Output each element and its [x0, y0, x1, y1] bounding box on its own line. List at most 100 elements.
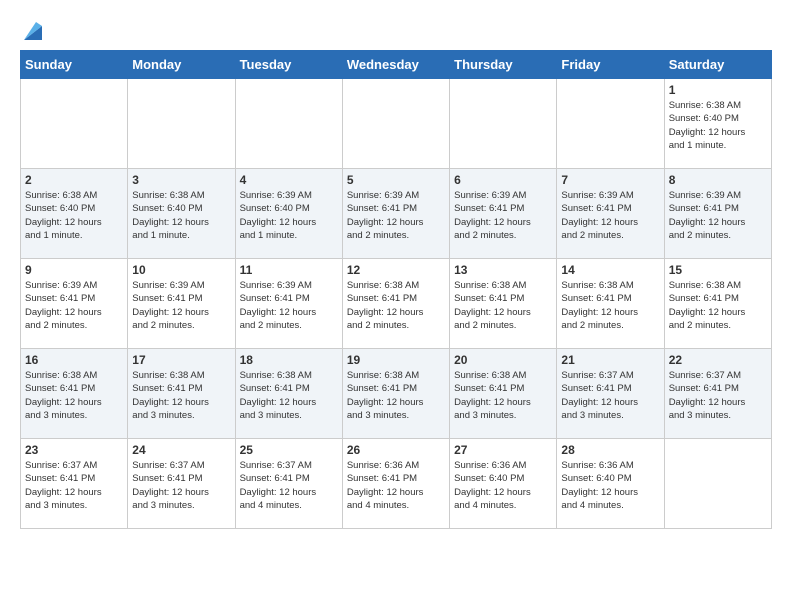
day-number: 2 — [25, 173, 123, 187]
day-info: Sunrise: 6:39 AM Sunset: 6:41 PM Dayligh… — [669, 189, 767, 242]
day-info: Sunrise: 6:39 AM Sunset: 6:41 PM Dayligh… — [454, 189, 552, 242]
day-number: 25 — [240, 443, 338, 457]
calendar-cell: 13 Sunrise: 6:38 AM Sunset: 6:41 PM Dayli… — [450, 259, 557, 349]
day-info: Sunrise: 6:36 AM Sunset: 6:41 PM Dayligh… — [347, 459, 445, 512]
day-number: 6 — [454, 173, 552, 187]
day-info: Sunrise: 6:38 AM Sunset: 6:40 PM Dayligh… — [25, 189, 123, 242]
calendar-cell — [235, 79, 342, 169]
day-info: Sunrise: 6:39 AM Sunset: 6:41 PM Dayligh… — [561, 189, 659, 242]
calendar-cell: 21 Sunrise: 6:37 AM Sunset: 6:41 PM Dayli… — [557, 349, 664, 439]
day-info: Sunrise: 6:36 AM Sunset: 6:40 PM Dayligh… — [454, 459, 552, 512]
weekday-header-wednesday: Wednesday — [342, 51, 449, 79]
day-info: Sunrise: 6:39 AM Sunset: 6:41 PM Dayligh… — [132, 279, 230, 332]
day-info: Sunrise: 6:37 AM Sunset: 6:41 PM Dayligh… — [132, 459, 230, 512]
day-info: Sunrise: 6:38 AM Sunset: 6:41 PM Dayligh… — [454, 279, 552, 332]
day-number: 23 — [25, 443, 123, 457]
calendar-cell: 10 Sunrise: 6:39 AM Sunset: 6:41 PM Dayli… — [128, 259, 235, 349]
calendar-table: SundayMondayTuesdayWednesdayThursdayFrid… — [20, 50, 772, 529]
calendar-cell: 4Sunrise: 6:39 AM Sunset: 6:40 PM Daylig… — [235, 169, 342, 259]
calendar-cell: 27 Sunrise: 6:36 AM Sunset: 6:40 PM Dayli… — [450, 439, 557, 529]
day-number: 14 — [561, 263, 659, 277]
day-info: Sunrise: 6:38 AM Sunset: 6:41 PM Dayligh… — [240, 369, 338, 422]
day-number: 13 — [454, 263, 552, 277]
calendar-cell: 25 Sunrise: 6:37 AM Sunset: 6:41 PM Dayli… — [235, 439, 342, 529]
calendar-cell: 5 Sunrise: 6:39 AM Sunset: 6:41 PM Daylig… — [342, 169, 449, 259]
day-info: Sunrise: 6:39 AM Sunset: 6:41 PM Dayligh… — [347, 189, 445, 242]
calendar-cell: 19 Sunrise: 6:38 AM Sunset: 6:41 PM Dayli… — [342, 349, 449, 439]
page-header — [20, 20, 772, 40]
day-number: 3 — [132, 173, 230, 187]
day-info: Sunrise: 6:38 AM Sunset: 6:40 PM Dayligh… — [132, 189, 230, 242]
day-number: 28 — [561, 443, 659, 457]
weekday-header-sunday: Sunday — [21, 51, 128, 79]
day-number: 9 — [25, 263, 123, 277]
calendar-cell: 15 Sunrise: 6:38 AM Sunset: 6:41 PM Dayli… — [664, 259, 771, 349]
calendar-cell: 9 Sunrise: 6:39 AM Sunset: 6:41 PM Daylig… — [21, 259, 128, 349]
calendar-cell: 26 Sunrise: 6:36 AM Sunset: 6:41 PM Dayli… — [342, 439, 449, 529]
day-info: Sunrise: 6:36 AM Sunset: 6:40 PM Dayligh… — [561, 459, 659, 512]
calendar-cell: 1 Sunrise: 6:38 AM Sunset: 6:40 PM Daylig… — [664, 79, 771, 169]
day-number: 1 — [669, 83, 767, 97]
day-info: Sunrise: 6:38 AM Sunset: 6:41 PM Dayligh… — [669, 279, 767, 332]
logo — [20, 20, 42, 40]
day-number: 4 — [240, 173, 338, 187]
calendar-cell: 23 Sunrise: 6:37 AM Sunset: 6:41 PM Dayli… — [21, 439, 128, 529]
calendar-cell: 20 Sunrise: 6:38 AM Sunset: 6:41 PM Dayli… — [450, 349, 557, 439]
day-info: Sunrise: 6:37 AM Sunset: 6:41 PM Dayligh… — [240, 459, 338, 512]
day-info: Sunrise: 6:37 AM Sunset: 6:41 PM Dayligh… — [669, 369, 767, 422]
day-number: 27 — [454, 443, 552, 457]
calendar-cell — [342, 79, 449, 169]
calendar-cell: 14 Sunrise: 6:38 AM Sunset: 6:41 PM Dayli… — [557, 259, 664, 349]
day-number: 8 — [669, 173, 767, 187]
calendar-cell: 17 Sunrise: 6:38 AM Sunset: 6:41 PM Dayli… — [128, 349, 235, 439]
day-number: 5 — [347, 173, 445, 187]
day-number: 24 — [132, 443, 230, 457]
day-info: Sunrise: 6:38 AM Sunset: 6:41 PM Dayligh… — [347, 369, 445, 422]
day-number: 10 — [132, 263, 230, 277]
day-info: Sunrise: 6:37 AM Sunset: 6:41 PM Dayligh… — [561, 369, 659, 422]
day-number: 20 — [454, 353, 552, 367]
calendar-cell: 6 Sunrise: 6:39 AM Sunset: 6:41 PM Daylig… — [450, 169, 557, 259]
day-number: 17 — [132, 353, 230, 367]
weekday-header-friday: Friday — [557, 51, 664, 79]
day-info: Sunrise: 6:39 AM Sunset: 6:41 PM Dayligh… — [240, 279, 338, 332]
day-number: 21 — [561, 353, 659, 367]
calendar-cell: 11 Sunrise: 6:39 AM Sunset: 6:41 PM Dayli… — [235, 259, 342, 349]
calendar-cell — [664, 439, 771, 529]
day-info: Sunrise: 6:38 AM Sunset: 6:41 PM Dayligh… — [454, 369, 552, 422]
day-info: Sunrise: 6:38 AM Sunset: 6:41 PM Dayligh… — [347, 279, 445, 332]
calendar-cell — [21, 79, 128, 169]
calendar-cell — [557, 79, 664, 169]
day-number: 16 — [25, 353, 123, 367]
day-number: 22 — [669, 353, 767, 367]
day-info: Sunrise: 6:38 AM Sunset: 6:41 PM Dayligh… — [25, 369, 123, 422]
day-number: 11 — [240, 263, 338, 277]
calendar-cell: 22 Sunrise: 6:37 AM Sunset: 6:41 PM Dayli… — [664, 349, 771, 439]
calendar-cell: 28 Sunrise: 6:36 AM Sunset: 6:40 PM Dayli… — [557, 439, 664, 529]
weekday-header-tuesday: Tuesday — [235, 51, 342, 79]
day-number: 19 — [347, 353, 445, 367]
calendar-cell: 16 Sunrise: 6:38 AM Sunset: 6:41 PM Dayli… — [21, 349, 128, 439]
day-info: Sunrise: 6:39 AM Sunset: 6:41 PM Dayligh… — [25, 279, 123, 332]
day-info: Sunrise: 6:37 AM Sunset: 6:41 PM Dayligh… — [25, 459, 123, 512]
calendar-cell — [450, 79, 557, 169]
weekday-header-saturday: Saturday — [664, 51, 771, 79]
calendar-cell: 3 Sunrise: 6:38 AM Sunset: 6:40 PM Daylig… — [128, 169, 235, 259]
day-info: Sunrise: 6:38 AM Sunset: 6:41 PM Dayligh… — [132, 369, 230, 422]
day-number: 26 — [347, 443, 445, 457]
calendar-cell: 12 Sunrise: 6:38 AM Sunset: 6:41 PM Dayli… — [342, 259, 449, 349]
calendar-cell: 7 Sunrise: 6:39 AM Sunset: 6:41 PM Daylig… — [557, 169, 664, 259]
calendar-cell: 2 Sunrise: 6:38 AM Sunset: 6:40 PM Daylig… — [21, 169, 128, 259]
day-number: 15 — [669, 263, 767, 277]
weekday-header-thursday: Thursday — [450, 51, 557, 79]
day-info: Sunrise: 6:38 AM Sunset: 6:41 PM Dayligh… — [561, 279, 659, 332]
day-info: Sunrise: 6:38 AM Sunset: 6:40 PM Dayligh… — [669, 99, 767, 152]
weekday-header-monday: Monday — [128, 51, 235, 79]
calendar-cell: 8 Sunrise: 6:39 AM Sunset: 6:41 PM Daylig… — [664, 169, 771, 259]
calendar-cell: 24 Sunrise: 6:37 AM Sunset: 6:41 PM Dayli… — [128, 439, 235, 529]
day-number: 18 — [240, 353, 338, 367]
day-number: 12 — [347, 263, 445, 277]
day-number: 7 — [561, 173, 659, 187]
calendar-cell: 18 Sunrise: 6:38 AM Sunset: 6:41 PM Dayli… — [235, 349, 342, 439]
calendar-cell — [128, 79, 235, 169]
